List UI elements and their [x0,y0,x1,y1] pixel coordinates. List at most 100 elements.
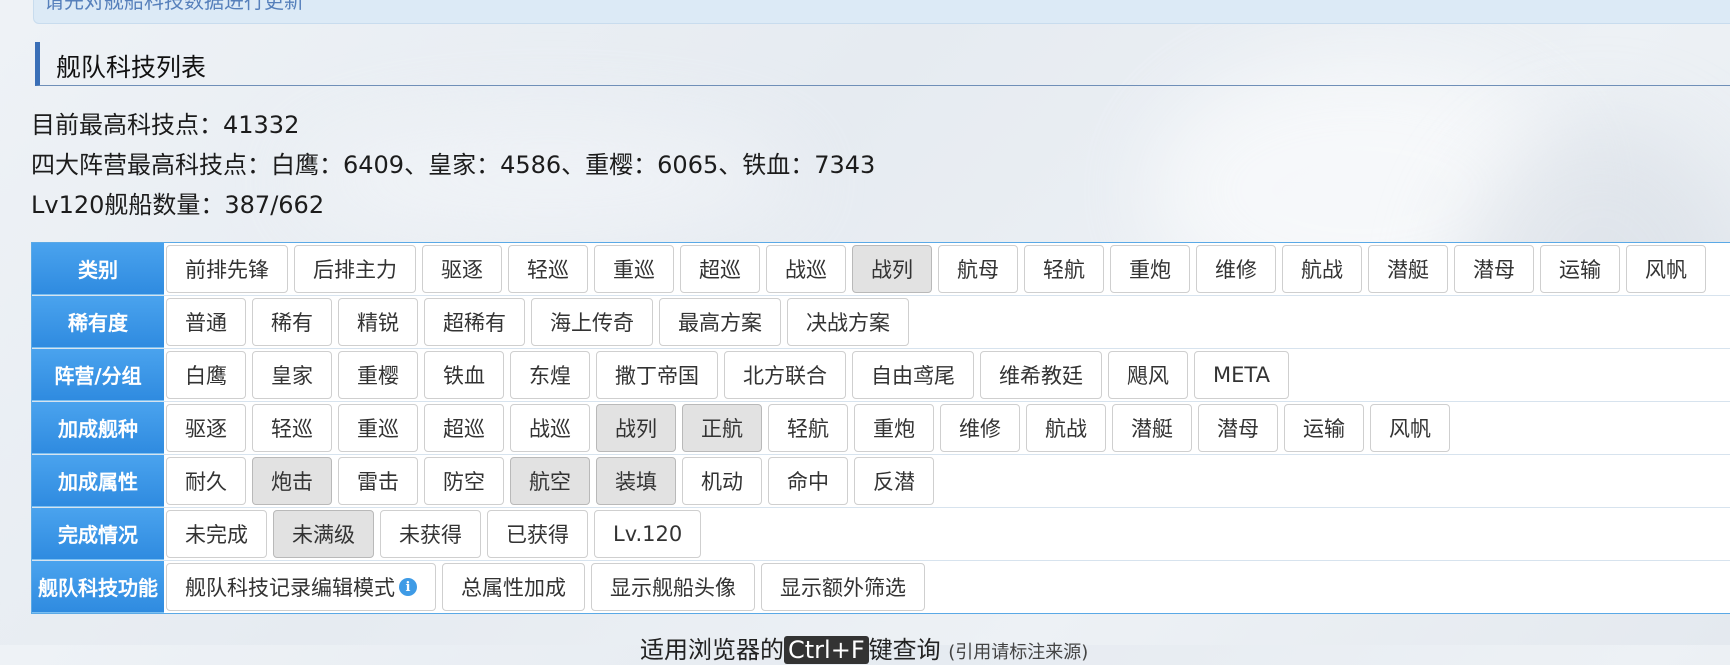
info-icon[interactable]: i [399,578,417,596]
filter-button[interactable]: 决战方案 [787,298,909,346]
filter-button[interactable]: 轻航 [768,404,848,452]
filter-button[interactable]: 超巡 [680,245,760,293]
filter-button[interactable]: 总属性加成 [442,563,585,611]
filter-button[interactable]: 重炮 [1110,245,1190,293]
filter-button[interactable]: 白鹰 [166,351,246,399]
notice-banner: 请先对舰船科技数据进行更新 [33,0,1730,24]
filter-button-label: 重巡 [613,258,655,282]
filter-button[interactable]: 潜母 [1454,245,1534,293]
filter-button[interactable]: 运输 [1284,404,1364,452]
filter-button[interactable]: 东煌 [510,351,590,399]
filter-button[interactable]: 海上传奇 [531,298,653,346]
filter-button[interactable]: 维修 [1196,245,1276,293]
filter-button[interactable]: 最高方案 [659,298,781,346]
filter-button[interactable]: Lv.120 [594,510,702,558]
filter-button[interactable]: 战列 [852,245,932,293]
filter-button[interactable]: 维修 [940,404,1020,452]
filter-button[interactable]: 显示舰船头像 [591,563,755,611]
filter-button[interactable]: 铁血 [424,351,504,399]
filter-button-label: 潜艇 [1131,417,1173,441]
filter-button-label: 显示额外筛选 [780,576,906,600]
filter-button[interactable]: 轻巡 [508,245,588,293]
filter-button[interactable]: 重巡 [594,245,674,293]
filter-button-label: 雷击 [357,470,399,494]
filter-button[interactable]: 防空 [424,457,504,505]
filter-button[interactable]: 撒丁帝国 [596,351,718,399]
filter-button-label: 装填 [615,470,657,494]
filter-button[interactable]: 耐久 [166,457,246,505]
filter-button[interactable]: 驱逐 [166,404,246,452]
filter-button[interactable]: 舰队科技记录编辑模式 i [166,563,436,611]
filter-button[interactable]: 重炮 [854,404,934,452]
filter-button-label: 战列 [871,258,913,282]
filter-button[interactable]: 风帆 [1626,245,1706,293]
filter-button[interactable]: 超稀有 [424,298,525,346]
filter-button[interactable]: 雷击 [338,457,418,505]
filter-button[interactable]: 航母 [938,245,1018,293]
filter-button-label: 运输 [1303,417,1345,441]
filter-row-label: 完成情况 [32,508,164,560]
filter-button-label: 维希教廷 [999,364,1083,388]
filter-button-label: 海上传奇 [550,311,634,335]
filter-button[interactable]: 战巡 [510,404,590,452]
filter-button[interactable]: 超巡 [424,404,504,452]
filter-button[interactable]: 显示额外筛选 [761,563,925,611]
filter-button[interactable]: 稀有 [252,298,332,346]
filter-button[interactable]: 前排先锋 [166,245,288,293]
filter-button[interactable]: 潜艇 [1112,404,1192,452]
filter-button[interactable]: 重巡 [338,404,418,452]
filter-button[interactable]: 战列 [596,404,676,452]
filter-button[interactable]: 正航 [682,404,762,452]
search-hint-note: (引用请标注来源) [948,642,1089,663]
filter-button[interactable]: 潜艇 [1368,245,1448,293]
filter-button[interactable]: 精锐 [338,298,418,346]
filter-button[interactable]: 机动 [682,457,762,505]
filter-button-label: 运输 [1559,258,1601,282]
filter-button[interactable]: 反潜 [854,457,934,505]
filter-button-label: 舰队科技记录编辑模式 [185,576,395,600]
filter-button[interactable]: 飓风 [1108,351,1188,399]
filter-button-label: 风帆 [1389,417,1431,441]
filter-button-label: 航战 [1301,258,1343,282]
filter-button[interactable]: 风帆 [1370,404,1450,452]
filter-button[interactable]: 北方联合 [724,351,846,399]
filter-button-label: 精锐 [357,311,399,335]
filter-button[interactable]: 已获得 [487,510,588,558]
filter-button[interactable]: 普通 [166,298,246,346]
filter-button[interactable]: 航空 [510,457,590,505]
filter-button[interactable]: 炮击 [252,457,332,505]
filter-button-label: 潜艇 [1387,258,1429,282]
filter-button[interactable]: 命中 [768,457,848,505]
filter-button[interactable]: 维希教廷 [980,351,1102,399]
filter-button[interactable]: 航战 [1026,404,1106,452]
filter-button[interactable]: 装填 [596,457,676,505]
filter-button[interactable]: 重樱 [338,351,418,399]
filter-button[interactable]: 皇家 [252,351,332,399]
filter-button-label: 已获得 [506,523,569,547]
filter-button[interactable]: 航战 [1282,245,1362,293]
filter-button[interactable]: 未获得 [380,510,481,558]
filter-button[interactable]: 潜母 [1198,404,1278,452]
filter-row: 加成舰种 驱逐 轻巡 重巡 超巡 战巡 战列 正航 轻航 重炮 维修 航战 潜艇 潜母 运输 风帆 [32,402,1730,455]
filter-button-label: 潜母 [1217,417,1259,441]
filter-button[interactable]: 轻航 [1024,245,1104,293]
filter-button[interactable]: 战巡 [766,245,846,293]
filter-button[interactable]: 未完成 [166,510,267,558]
section-title-text: 舰队科技列表 [56,53,207,82]
filter-button[interactable]: 运输 [1540,245,1620,293]
filter-row-label: 加成舰种 [32,402,164,454]
filter-button[interactable]: META [1194,351,1289,399]
filter-button-label: 铁血 [443,364,485,388]
filter-options: 普通 稀有 精锐 超稀有 海上传奇 最高方案 决战方案 [164,296,915,348]
filter-button[interactable]: 驱逐 [422,245,502,293]
filter-button-label: 轻航 [1043,258,1085,282]
filter-button-label: 耐久 [185,470,227,494]
filter-button-label: Lv.120 [613,522,683,546]
max-tech-points: 目前最高科技点：41332 [31,111,300,139]
filter-button[interactable]: 后排主力 [294,245,416,293]
filter-button[interactable]: 轻巡 [252,404,332,452]
filter-button[interactable]: 未满级 [273,510,374,558]
filter-options: 前排先锋 后排主力 驱逐 轻巡 重巡 超巡 战巡 战列 航母 轻航 重炮 维修 航战 潜艇 潜母 运输 风帆 [164,243,1712,295]
search-hint-key: Ctrl+F [784,636,869,664]
filter-button[interactable]: 自由鸢尾 [852,351,974,399]
